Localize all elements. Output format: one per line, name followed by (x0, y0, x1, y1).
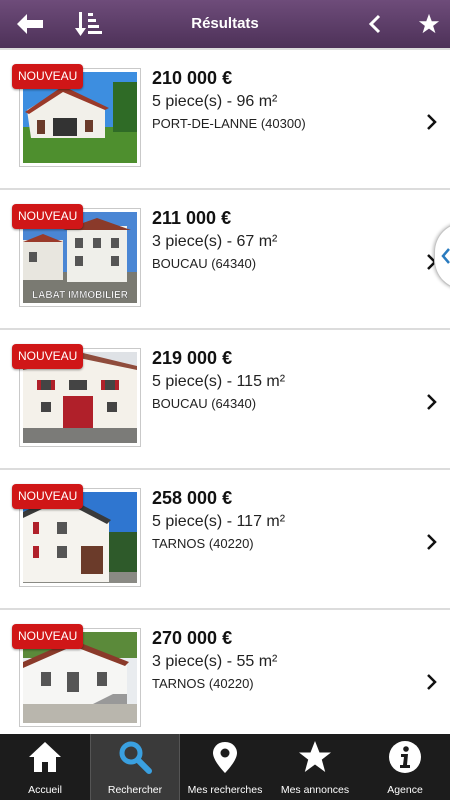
listing-card[interactable]: LABAT IMMOBILIER NOUVEAU 211 000 € 3 pie… (0, 190, 450, 328)
listing-card[interactable]: NOUVEAU 219 000 € 5 piece(s) - 115 m² BO… (0, 330, 450, 468)
nav-label: Rechercher (107, 784, 163, 796)
listing-city: TARNOS (40220) (152, 536, 254, 551)
nav-label: Accueil (28, 784, 62, 796)
new-badge: NOUVEAU (12, 624, 84, 649)
chevron-right-icon[interactable] (424, 672, 440, 692)
listing-price: 258 000 € (152, 488, 233, 508)
back-button[interactable] (8, 0, 52, 48)
page-title: Résultats (191, 15, 259, 32)
map-pin-icon (213, 742, 237, 773)
previous-button[interactable] (360, 0, 390, 48)
listing-price: 270 000 € (152, 628, 233, 648)
nav-label: Mes annonces (280, 784, 350, 796)
listing-price: 219 000 € (152, 348, 233, 368)
listing-city: PORT-DE-LANNE (40300) (152, 116, 306, 131)
info-icon (389, 741, 421, 773)
nav-mes-recherches[interactable]: Mes recherches (180, 734, 270, 800)
sort-icon (75, 12, 102, 36)
listing-city: BOUCAU (64340) (152, 396, 257, 411)
listing-price: 210 000 € (152, 68, 233, 88)
sort-button[interactable] (70, 0, 106, 48)
nav-rechercher[interactable]: Rechercher (90, 734, 180, 800)
nav-label: Mes recherches (187, 784, 263, 796)
listing-card[interactable]: NOUVEAU 258 000 € 5 piece(s) - 117 m² TA… (0, 470, 450, 608)
chevron-right-icon[interactable] (424, 392, 440, 412)
home-icon (29, 742, 61, 772)
listing-rooms-area: 3 piece(s) - 67 m² (152, 233, 278, 250)
agency-watermark: LABAT IMMOBILIER (32, 290, 129, 301)
top-bar: Résultats (0, 0, 450, 48)
new-badge: NOUVEAU (12, 484, 84, 509)
search-icon (119, 741, 152, 774)
listing-rooms-area: 5 piece(s) - 96 m² (152, 93, 278, 110)
chevron-right-icon[interactable] (424, 532, 440, 552)
nav-agence[interactable]: Agence (360, 734, 450, 800)
listing-card[interactable]: NOUVEAU 270 000 € 3 piece(s) - 55 m² TAR… (0, 610, 450, 734)
chevron-right-icon[interactable] (424, 112, 440, 132)
new-badge: NOUVEAU (12, 204, 84, 229)
listing-city: TARNOS (40220) (152, 676, 254, 691)
chevron-left-icon (368, 14, 381, 34)
listing-rooms-area: 5 piece(s) - 117 m² (152, 513, 286, 530)
listing-city: BOUCAU (64340) (152, 256, 257, 271)
bottom-nav: Accueil Rechercher Mes recherches Mes an… (0, 734, 450, 800)
results-list: NOUVEAU 210 000 € 5 piece(s) - 96 m² POR… (0, 48, 450, 734)
listing-rooms-area: 5 piece(s) - 115 m² (152, 373, 286, 390)
nav-accueil[interactable]: Accueil (0, 734, 90, 800)
listing-card[interactable]: NOUVEAU 210 000 € 5 piece(s) - 96 m² POR… (0, 50, 450, 188)
nav-mes-annonces[interactable]: Mes annonces (270, 734, 360, 800)
favorite-button[interactable] (412, 0, 446, 48)
star-icon (299, 741, 331, 772)
new-badge: NOUVEAU (12, 344, 84, 369)
listing-rooms-area: 3 piece(s) - 55 m² (152, 653, 278, 670)
listing-price: 211 000 € (152, 208, 232, 228)
new-badge: NOUVEAU (12, 64, 84, 89)
chevron-left-icon (441, 248, 450, 264)
star-icon (418, 13, 440, 34)
nav-label: Agence (387, 784, 423, 796)
back-arrow-icon (17, 14, 43, 34)
